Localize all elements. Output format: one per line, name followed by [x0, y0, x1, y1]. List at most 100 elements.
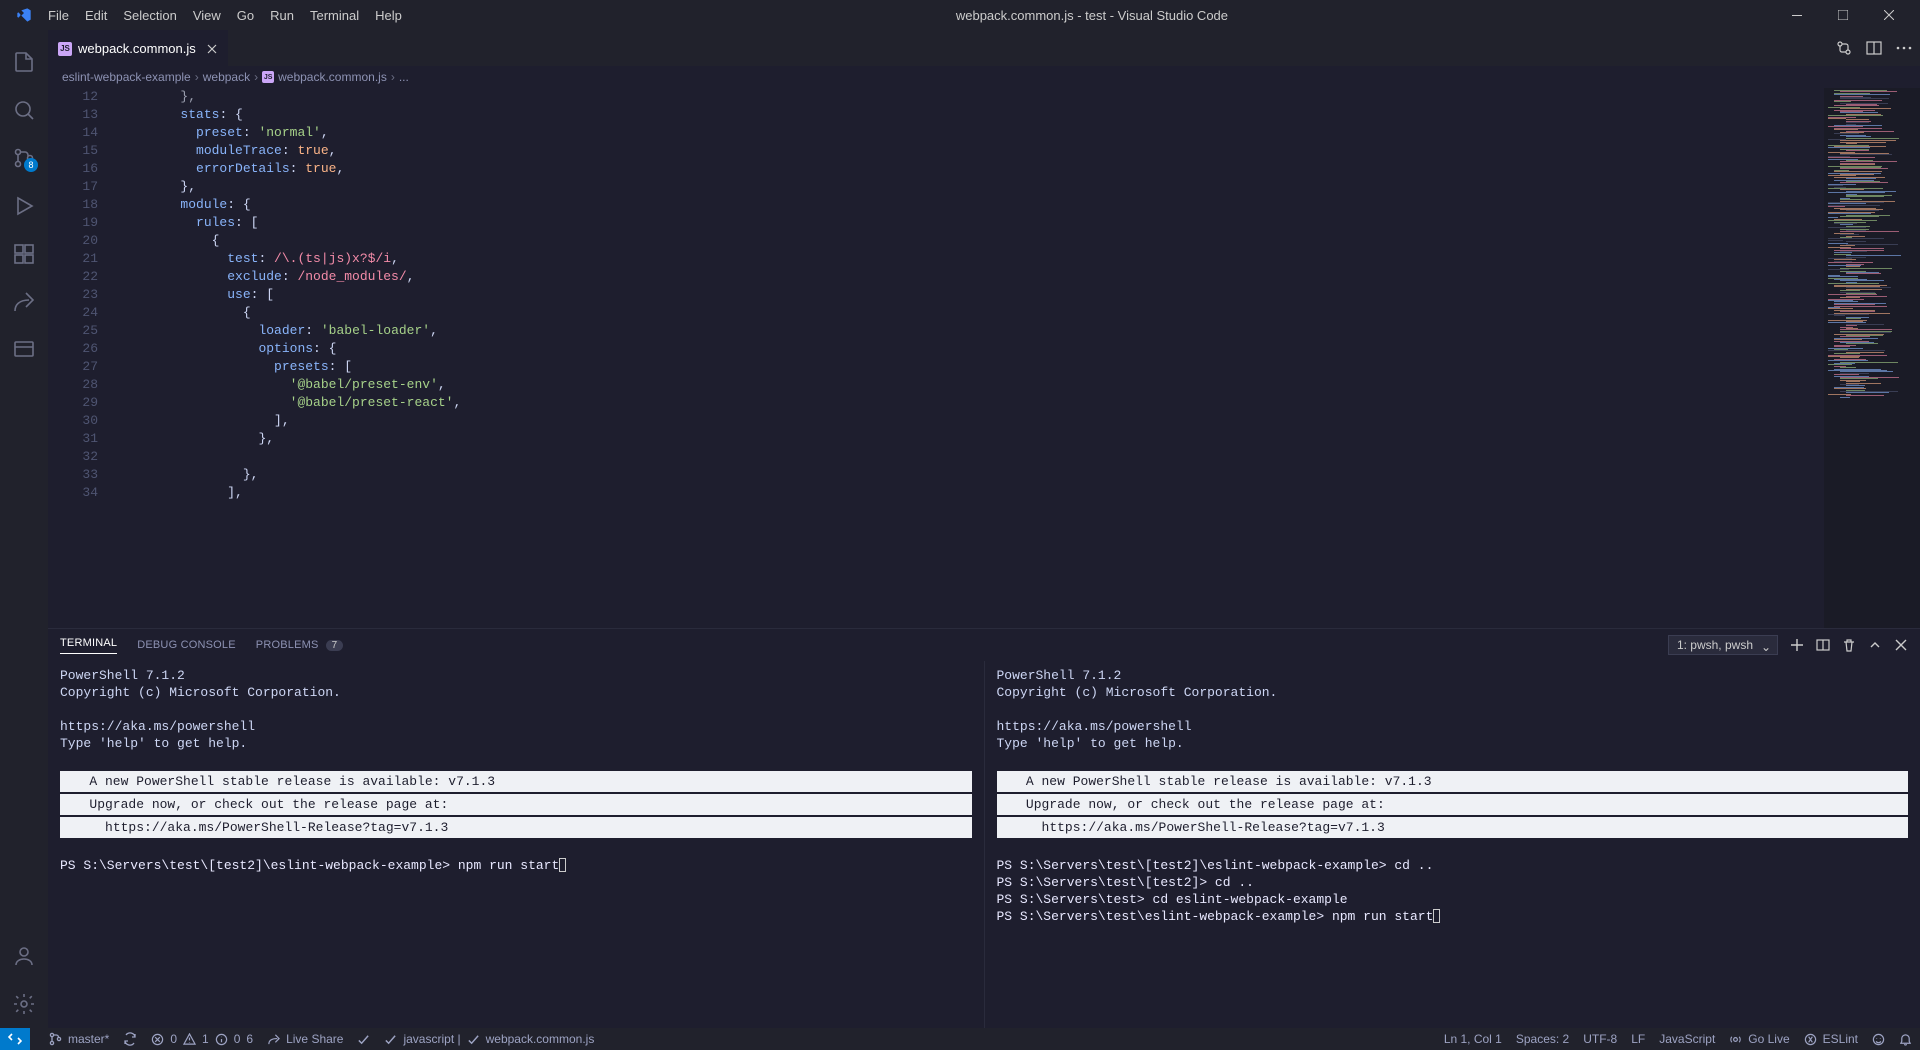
kill-terminal-icon[interactable] — [1842, 638, 1856, 652]
menu-view[interactable]: View — [185, 8, 229, 23]
status-encoding-label: UTF-8 — [1583, 1032, 1617, 1046]
minimize-button[interactable] — [1774, 0, 1820, 30]
main: 8 JS webpack.common.js — [0, 30, 1920, 1028]
terminal-notice: Upgrade now, or check out the release pa… — [997, 794, 1909, 815]
status-encoding[interactable]: UTF-8 — [1583, 1032, 1617, 1046]
line-number-gutter: 1213141516171819202122232425262728293031… — [48, 88, 118, 628]
status-eslint-label: ESLint — [1823, 1032, 1858, 1046]
status-language[interactable]: JavaScript — [1659, 1032, 1715, 1046]
activity-explorer[interactable] — [0, 38, 48, 86]
source-control-badge: 8 — [24, 158, 38, 172]
split-terminal-icon[interactable] — [1816, 638, 1830, 652]
menu-run[interactable]: Run — [262, 8, 302, 23]
activity-other[interactable] — [0, 326, 48, 374]
activity-run-debug[interactable] — [0, 182, 48, 230]
status-eslint[interactable]: ESLint — [1804, 1032, 1858, 1046]
terminal-prompt: PS S:\Servers\test\eslint-webpack-exampl… — [997, 909, 1434, 924]
minimap[interactable] — [1824, 88, 1920, 628]
activity-bar: 8 — [0, 30, 48, 1028]
activity-liveshare[interactable] — [0, 278, 48, 326]
status-lang-detect-label: javascript | — [403, 1032, 460, 1046]
panel-tab-debug-console[interactable]: DEBUG CONSOLE — [137, 639, 236, 651]
panel-tab-terminal[interactable]: TERMINAL — [60, 637, 117, 654]
menu-selection[interactable]: Selection — [115, 8, 184, 23]
breadcrumb-seg[interactable]: webpack.common.js — [278, 70, 387, 84]
more-actions-icon[interactable] — [1896, 46, 1912, 50]
menubar: File Edit Selection View Go Run Terminal… — [0, 0, 1920, 30]
terminal-notice: A new PowerShell stable release is avail… — [60, 771, 972, 792]
status-golive[interactable]: Go Live — [1729, 1032, 1789, 1046]
terminal-left[interactable]: PowerShell 7.1.2 Copyright (c) Microsoft… — [48, 661, 985, 1028]
chevron-right-icon: › — [195, 70, 199, 84]
terminal-prompt: PS S:\Servers\test\[test2]\eslint-webpac… — [997, 858, 1434, 873]
terminal-line: Copyright (c) Microsoft Corporation. — [997, 685, 1278, 700]
status-ln-col[interactable]: Ln 1, Col 1 — [1444, 1032, 1502, 1046]
maximize-panel-icon[interactable] — [1868, 638, 1882, 652]
status-hints-count: 6 — [246, 1032, 253, 1046]
menu-terminal[interactable]: Terminal — [302, 8, 367, 23]
menu-help[interactable]: Help — [367, 8, 410, 23]
terminal-right[interactable]: PowerShell 7.1.2 Copyright (c) Microsoft… — [985, 661, 1920, 1028]
terminal-split-container: PowerShell 7.1.2 Copyright (c) Microsoft… — [48, 661, 1920, 1028]
compare-changes-icon[interactable] — [1836, 40, 1852, 56]
status-golive-label: Go Live — [1748, 1032, 1789, 1046]
status-notifications[interactable] — [1899, 1033, 1912, 1046]
terminal-line: Type 'help' to get help. — [60, 736, 247, 751]
close-panel-icon[interactable] — [1894, 638, 1908, 652]
status-sync[interactable] — [123, 1032, 137, 1046]
status-liveshare-label: Live Share — [286, 1032, 343, 1046]
tab-actions — [1836, 30, 1920, 66]
code-editor[interactable]: 1213141516171819202122232425262728293031… — [48, 88, 1920, 628]
panel-tab-problems[interactable]: PROBLEMS — [256, 639, 319, 651]
tab-webpack-common[interactable]: JS webpack.common.js — [48, 30, 228, 66]
terminal-line: Type 'help' to get help. — [997, 736, 1184, 751]
terminal-prompt: PS S:\Servers\test\[test2]> cd .. — [997, 875, 1254, 890]
terminal-line: PowerShell 7.1.2 — [60, 668, 185, 683]
activity-search[interactable] — [0, 86, 48, 134]
status-infos-count: 0 — [234, 1032, 241, 1046]
close-tab-icon[interactable] — [206, 43, 218, 55]
terminal-line: Copyright (c) Microsoft Corporation. — [60, 685, 341, 700]
chevron-right-icon: › — [391, 70, 395, 84]
menu-edit[interactable]: Edit — [77, 8, 115, 23]
code-content[interactable]: }, stats: { preset: 'normal', moduleTrac… — [118, 88, 1824, 628]
status-warnings-count: 1 — [202, 1032, 209, 1046]
status-langmode[interactable]: javascript | webpack.common.js — [384, 1032, 594, 1046]
menu-file[interactable]: File — [40, 8, 77, 23]
split-editor-icon[interactable] — [1866, 40, 1882, 56]
status-ln-col-label: Ln 1, Col 1 — [1444, 1032, 1502, 1046]
remote-indicator[interactable] — [0, 1028, 30, 1050]
breadcrumbs[interactable]: eslint-webpack-example › webpack › JS we… — [48, 66, 1920, 88]
menu-go[interactable]: Go — [229, 8, 262, 23]
activity-extensions[interactable] — [0, 230, 48, 278]
new-terminal-icon[interactable] — [1790, 638, 1804, 652]
close-window-button[interactable] — [1866, 0, 1912, 30]
problems-count-badge: 7 — [326, 640, 344, 651]
window-controls — [1774, 0, 1912, 30]
status-liveshare[interactable]: Live Share — [267, 1032, 343, 1046]
activity-accounts[interactable] — [0, 932, 48, 980]
terminal-cursor — [559, 858, 566, 872]
activity-source-control[interactable]: 8 — [0, 134, 48, 182]
editor-group: JS webpack.common.js eslint-webpack-exam… — [48, 30, 1920, 1028]
status-prettier[interactable] — [357, 1033, 370, 1046]
status-spaces[interactable]: Spaces: 2 — [1516, 1032, 1569, 1046]
breadcrumb-seg[interactable]: ... — [399, 70, 409, 84]
chevron-right-icon: › — [254, 70, 258, 84]
terminal-selector[interactable]: 1: pwsh, pwsh ⌄ — [1668, 635, 1778, 655]
chevron-down-icon: ⌄ — [1761, 640, 1771, 654]
maximize-button[interactable] — [1820, 0, 1866, 30]
tab-label: webpack.common.js — [78, 41, 196, 56]
status-eol[interactable]: LF — [1631, 1032, 1645, 1046]
status-feedback[interactable] — [1872, 1033, 1885, 1046]
terminal-line: https://aka.ms/powershell — [60, 719, 255, 734]
status-spaces-label: Spaces: 2 — [1516, 1032, 1569, 1046]
terminal-prompt: PS S:\Servers\test\[test2]\eslint-webpac… — [60, 858, 559, 873]
status-branch[interactable]: master* — [48, 1032, 109, 1046]
activity-settings[interactable] — [0, 980, 48, 1028]
status-problems[interactable]: 0 1 0 6 — [151, 1032, 253, 1046]
breadcrumb-seg[interactable]: webpack — [203, 70, 250, 84]
status-lang-file-label: webpack.common.js — [486, 1032, 595, 1046]
breadcrumb-seg[interactable]: eslint-webpack-example — [62, 70, 191, 84]
status-bar: master* 0 1 0 6 Live Share javascript | … — [0, 1028, 1920, 1050]
